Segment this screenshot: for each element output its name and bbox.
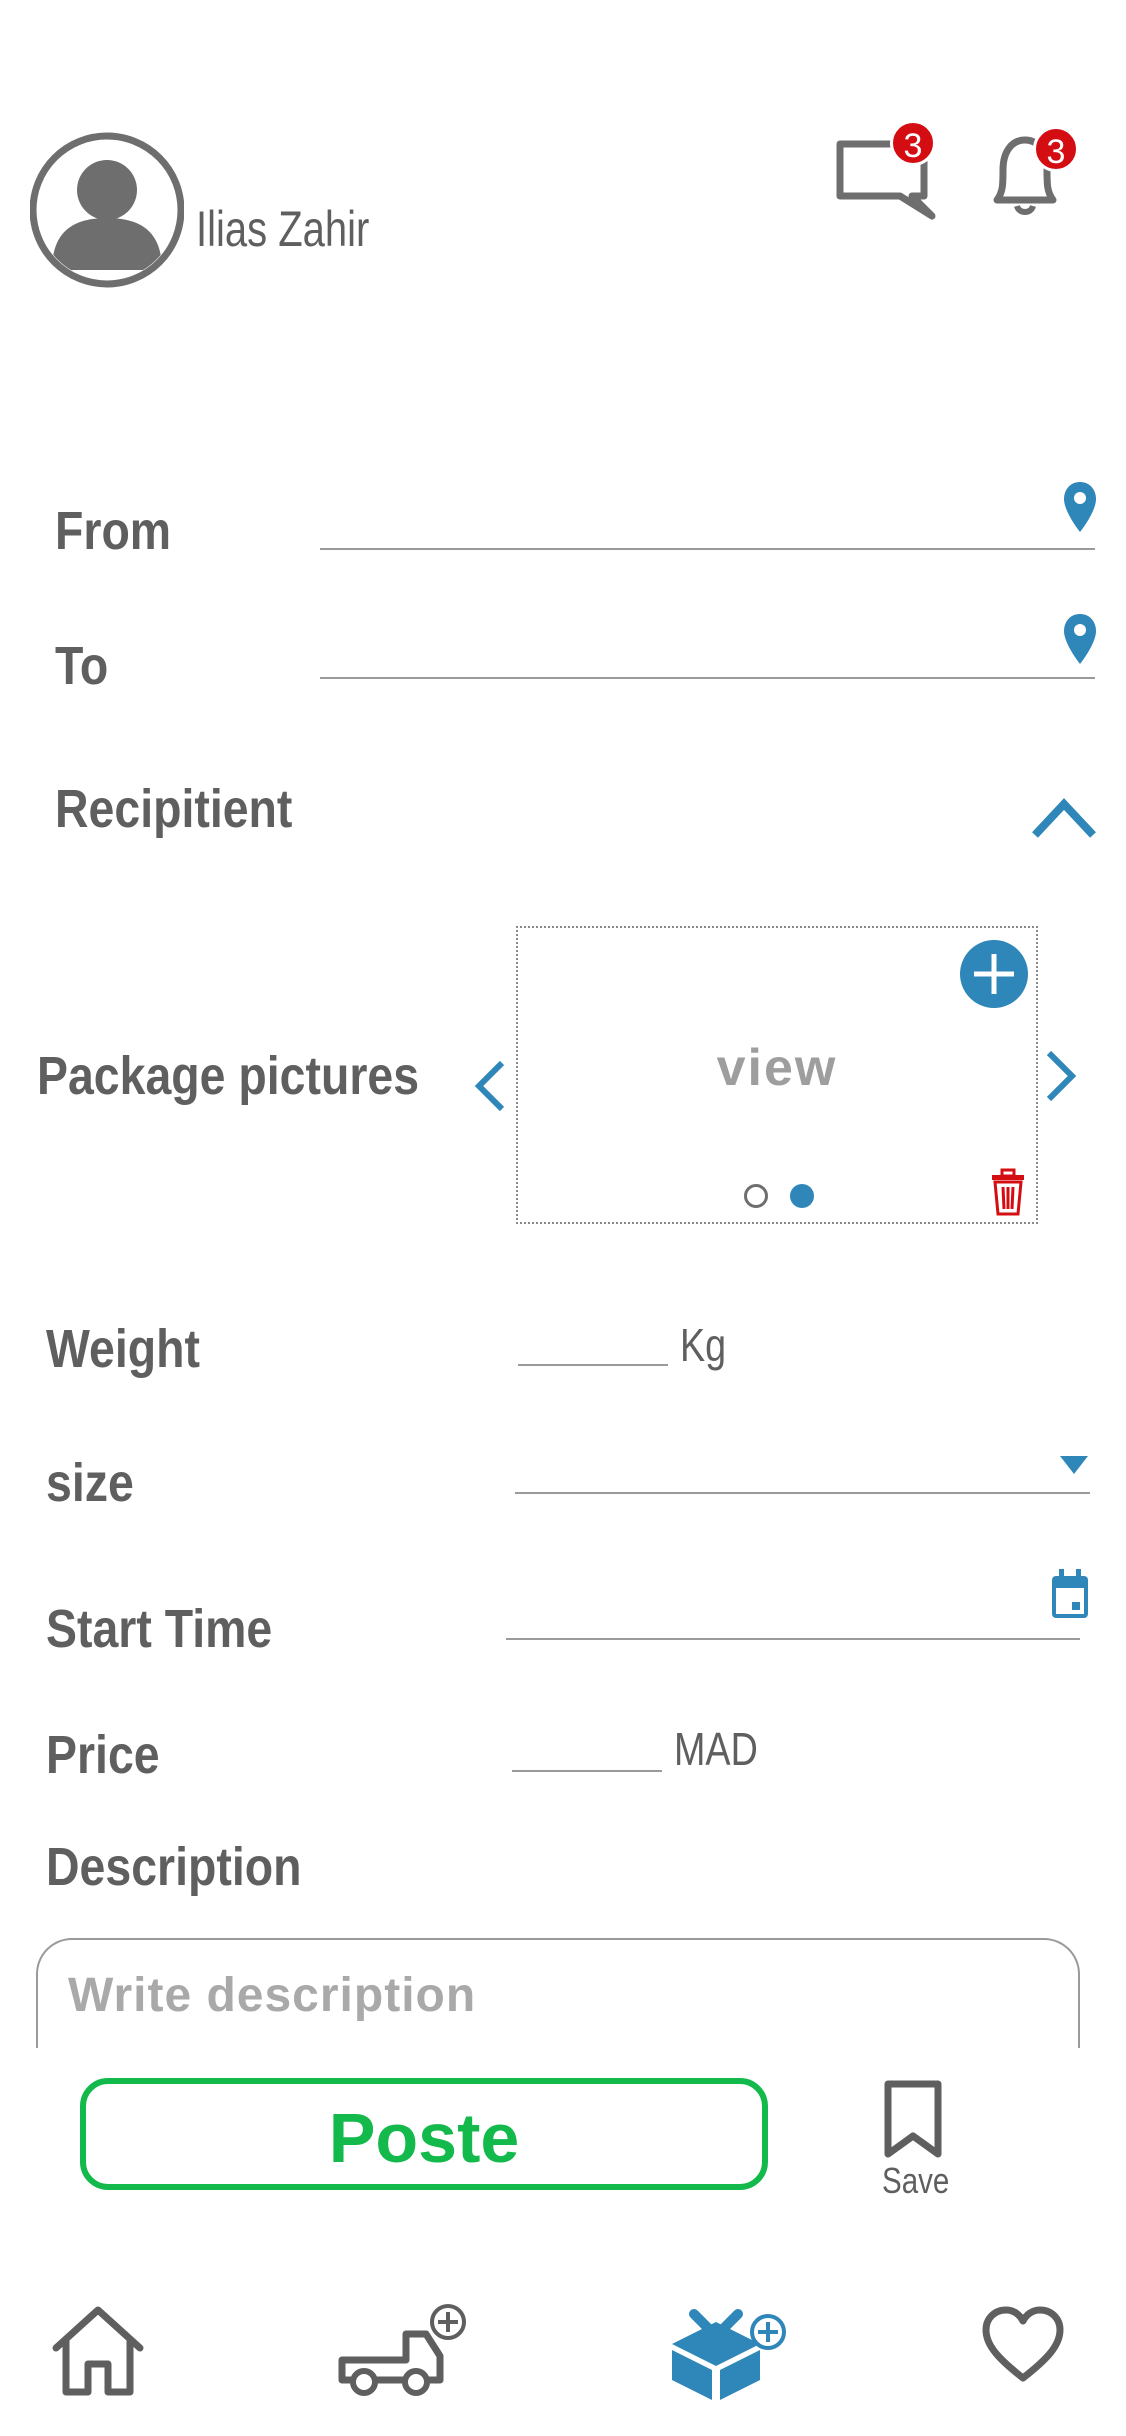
weight-input[interactable] [518,1364,668,1366]
to-label: To [55,636,109,696]
pictures-label: Package pictures [37,1046,420,1106]
bookmark-icon [884,2080,942,2158]
to-location-pin-icon[interactable] [1062,612,1098,666]
delete-picture-button[interactable] [988,1168,1028,1216]
calendar-icon[interactable] [1050,1568,1090,1620]
package-add-icon [672,2309,786,2400]
truck-add-icon [338,2304,466,2396]
size-label: size [46,1453,134,1513]
description-placeholder: Write description [68,1969,477,2022]
messages-count-badge: 3 [890,120,936,166]
price-input[interactable] [512,1770,662,1772]
recipient-label: Recipitient [55,779,293,839]
to-input[interactable] [320,677,1095,679]
start-time-input[interactable] [506,1638,1080,1640]
weight-unit: Kg [680,1319,727,1371]
post-button[interactable]: Poste [80,2078,768,2190]
save-label: Save [882,2160,950,2201]
chevron-left-icon [474,1060,505,1112]
tab-favorites[interactable] [980,2304,1066,2384]
heart-icon [982,2306,1064,2382]
from-label: From [55,501,172,561]
chevron-right-icon [1046,1050,1077,1102]
picture-view-text: view [716,1039,838,1097]
next-picture-button[interactable] [1043,1048,1079,1104]
tab-home[interactable] [48,2300,148,2400]
carousel-dot-2[interactable] [790,1184,814,1208]
recipient-collapse-button[interactable] [1030,795,1098,841]
notifications-count-badge: 3 [1033,126,1079,172]
size-select[interactable] [515,1492,1090,1494]
avatar-icon [30,132,184,288]
start-time-label: Start Time [46,1599,273,1659]
carousel-dot-1[interactable] [744,1184,768,1208]
tab-new-package[interactable] [664,2300,794,2400]
picture-carousel[interactable]: view [516,926,1038,1224]
size-dropdown-arrow-icon[interactable] [1060,1456,1088,1476]
add-picture-button[interactable] [958,938,1030,1010]
description-label: Description [46,1837,302,1897]
add-icon [960,940,1028,1008]
user-name: Ilias Zahir [196,201,370,257]
prev-picture-button[interactable] [472,1058,508,1114]
weight-label: Weight [46,1319,200,1379]
description-input[interactable]: Write description [36,1938,1080,2048]
from-location-pin-icon[interactable] [1062,480,1098,534]
tab-deliveries[interactable] [336,2300,472,2400]
post-button-label: Poste [328,2099,520,2177]
price-unit: MAD [674,1723,758,1775]
trash-icon [992,1168,1024,1216]
home-icon [52,2306,144,2396]
from-input[interactable] [320,548,1095,550]
chevron-up-icon [1032,798,1096,838]
avatar[interactable] [30,130,184,290]
price-label: Price [46,1725,160,1785]
